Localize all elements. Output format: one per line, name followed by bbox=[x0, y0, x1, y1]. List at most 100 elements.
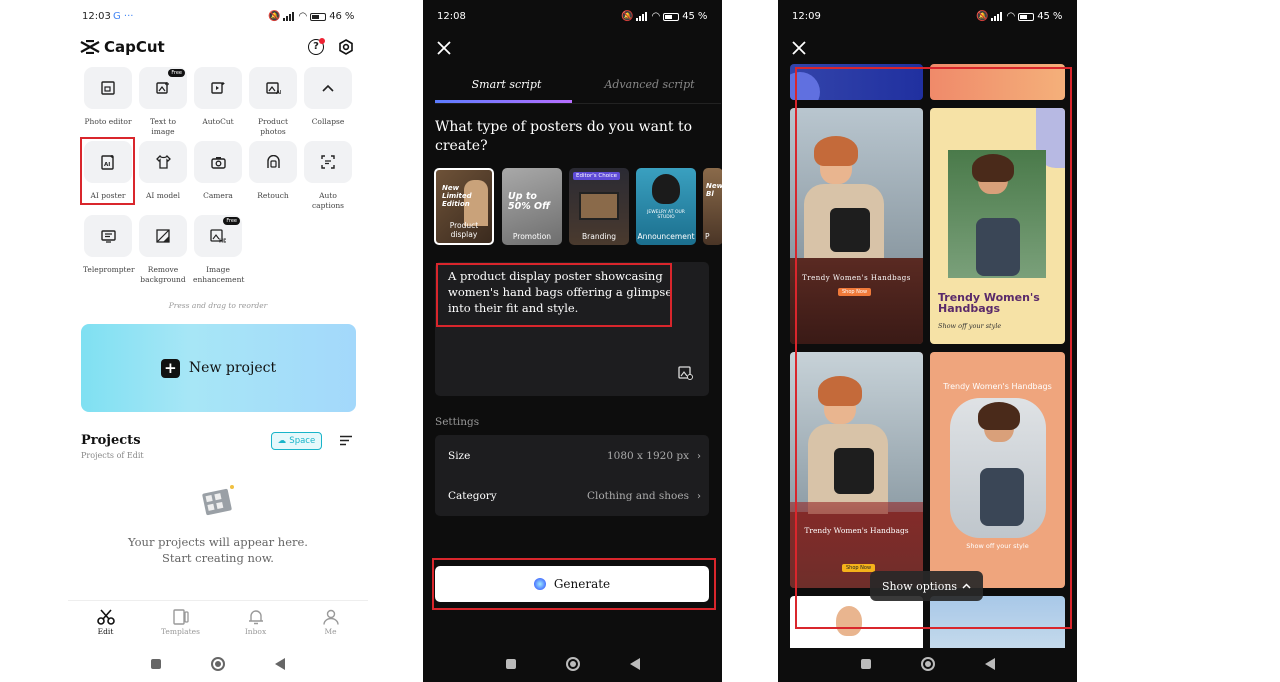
svg-text:AI: AI bbox=[276, 90, 281, 95]
plus-icon: + bbox=[160, 358, 180, 378]
poster-type-branding[interactable]: Editor's Choice Branding bbox=[569, 168, 629, 245]
tool-text-to-image[interactable]: Free Text to image bbox=[138, 67, 188, 136]
size-setting-row[interactable]: Size 1080 x 1920 px › bbox=[435, 436, 709, 476]
home-button[interactable] bbox=[211, 657, 225, 671]
ai-poster-screen: 12:08 🔕 ◠ 45% Smart script Advanced scri… bbox=[423, 0, 722, 682]
tool-retouch[interactable]: Retouch bbox=[248, 141, 298, 209]
nav-templates[interactable]: Templates bbox=[143, 601, 218, 640]
brand-name: CapCut bbox=[104, 38, 165, 56]
back-button[interactable] bbox=[629, 658, 640, 670]
chevron-right-icon: › bbox=[697, 490, 701, 502]
tab-smart-script[interactable]: Smart script bbox=[435, 70, 578, 103]
battery-level: 45 bbox=[682, 11, 695, 22]
close-icon[interactable] bbox=[792, 41, 806, 55]
poster-type-question: What type of posters do you want to crea… bbox=[435, 119, 693, 154]
image-enhancement-hd-icon: HD bbox=[210, 229, 226, 243]
system-navigation-bar bbox=[68, 652, 368, 676]
status-time: 12:08 bbox=[437, 11, 466, 22]
category-setting-row[interactable]: Category Clothing and shoes › bbox=[435, 476, 709, 516]
notification-dot bbox=[319, 38, 325, 44]
wifi-icon: ◠ bbox=[298, 11, 308, 22]
tool-image-enhancement[interactable]: Free HD Image enhancement bbox=[193, 215, 244, 284]
tool-teleprompter[interactable]: Teleprompter bbox=[83, 215, 135, 283]
tool-auto-captions[interactable]: Auto captions bbox=[303, 141, 353, 210]
poster-type-promotion[interactable]: Up to 50% Off Promotion bbox=[502, 168, 562, 245]
battery-level: 46 bbox=[329, 11, 342, 22]
autocut-icon bbox=[211, 82, 225, 94]
nav-me[interactable]: Me bbox=[293, 601, 368, 640]
cloud-icon: ☁ bbox=[277, 436, 287, 446]
mute-icon: 🔕 bbox=[976, 11, 989, 22]
tool-collapse[interactable]: Collapse bbox=[303, 67, 353, 135]
scissors-icon bbox=[96, 609, 115, 625]
home-button[interactable] bbox=[565, 657, 580, 671]
projects-subtitle: Projects of Edit bbox=[81, 451, 144, 460]
wifi-icon: ◠ bbox=[1006, 11, 1016, 22]
reorder-hint: Press and drag to reorder bbox=[168, 301, 268, 310]
bottom-navigation: Edit Templates Inbox Me bbox=[68, 600, 368, 640]
active-tab-indicator bbox=[435, 100, 572, 103]
ai-orb-icon bbox=[533, 578, 546, 590]
capcut-home-screen: 12:03 G ··· 🔕 ◠ 46% CapCut ? Photo edito… bbox=[68, 0, 368, 682]
chevron-up-icon bbox=[962, 583, 971, 589]
nav-inbox[interactable]: Inbox bbox=[218, 601, 293, 640]
recents-button[interactable] bbox=[860, 659, 871, 669]
results-highlight bbox=[795, 67, 1072, 629]
poster-type-announcement[interactable]: JEWELRY AT OUR STUDIO Announcement bbox=[636, 168, 696, 245]
storefront-image bbox=[579, 192, 619, 220]
tool-ai-model[interactable]: AI model bbox=[138, 141, 188, 209]
space-chip[interactable]: ☁ Space bbox=[271, 432, 322, 450]
back-button[interactable] bbox=[275, 658, 285, 670]
poster-results-screen: 12:09 🔕 ◠ 45% Trendy Women's Handbags Sh… bbox=[778, 0, 1077, 682]
sort-list-icon[interactable] bbox=[339, 435, 353, 446]
close-icon[interactable] bbox=[437, 41, 451, 55]
poster-type-partial[interactable]: New Bl P bbox=[703, 168, 722, 245]
status-time: 12:03 bbox=[82, 11, 111, 22]
recents-button[interactable] bbox=[505, 659, 516, 669]
photo-editor-icon bbox=[101, 81, 115, 95]
add-image-icon[interactable] bbox=[678, 365, 693, 380]
tool-autocut[interactable]: AutoCut bbox=[193, 67, 243, 135]
show-options-button[interactable]: Show options bbox=[870, 571, 983, 601]
prompt-highlight bbox=[436, 263, 672, 327]
status-icons: 🔕 ◠ 45% bbox=[976, 11, 1063, 22]
back-button[interactable] bbox=[984, 658, 995, 670]
tab-advanced-script[interactable]: Advanced script bbox=[578, 70, 721, 103]
tool-product-photos[interactable]: AI Product photos bbox=[248, 67, 298, 136]
home-button[interactable] bbox=[920, 657, 935, 671]
status-icons: 🔕 ◠ 46% bbox=[268, 11, 355, 22]
status-time: 12:09 bbox=[792, 11, 821, 22]
signal-icon bbox=[636, 12, 648, 21]
new-project-button[interactable]: + New project bbox=[81, 324, 356, 412]
signal-icon bbox=[283, 12, 295, 21]
ai-poster-highlight bbox=[80, 137, 135, 205]
battery-level: 45 bbox=[1037, 11, 1050, 22]
settings-gear-icon[interactable] bbox=[338, 39, 354, 55]
system-navigation-bar bbox=[778, 652, 1077, 676]
mute-icon: 🔕 bbox=[621, 11, 634, 22]
wifi-icon: ◠ bbox=[651, 11, 661, 22]
product-photos-icon: AI bbox=[265, 82, 281, 95]
capcut-logo: CapCut bbox=[80, 38, 165, 56]
profile-icon bbox=[322, 609, 339, 625]
tool-remove-background[interactable]: Remove background bbox=[138, 215, 188, 284]
poster-type-product-display[interactable]: New Limited Edition Product display bbox=[434, 168, 494, 245]
portrait-image bbox=[652, 174, 680, 204]
battery-icon bbox=[1018, 12, 1035, 21]
nav-edit[interactable]: Edit bbox=[68, 601, 143, 640]
free-badge: Free bbox=[223, 217, 240, 225]
svg-text:HD: HD bbox=[219, 239, 226, 244]
film-clapper-icon bbox=[202, 485, 234, 516]
capcut-logo-icon bbox=[80, 40, 100, 54]
tool-camera[interactable]: Camera bbox=[193, 141, 243, 209]
templates-icon bbox=[172, 609, 189, 625]
generate-button[interactable]: Generate bbox=[435, 566, 709, 602]
settings-label: Settings bbox=[435, 416, 480, 428]
chevron-up-icon bbox=[322, 84, 334, 92]
teleprompter-icon bbox=[100, 229, 116, 243]
retouch-face-icon bbox=[266, 155, 280, 168]
recents-button[interactable] bbox=[151, 659, 161, 669]
empty-projects-message: Your projects will appear here. Start cr… bbox=[128, 535, 308, 565]
tool-photo-editor[interactable]: Photo editor bbox=[83, 67, 133, 135]
text-to-image-icon bbox=[156, 82, 169, 94]
